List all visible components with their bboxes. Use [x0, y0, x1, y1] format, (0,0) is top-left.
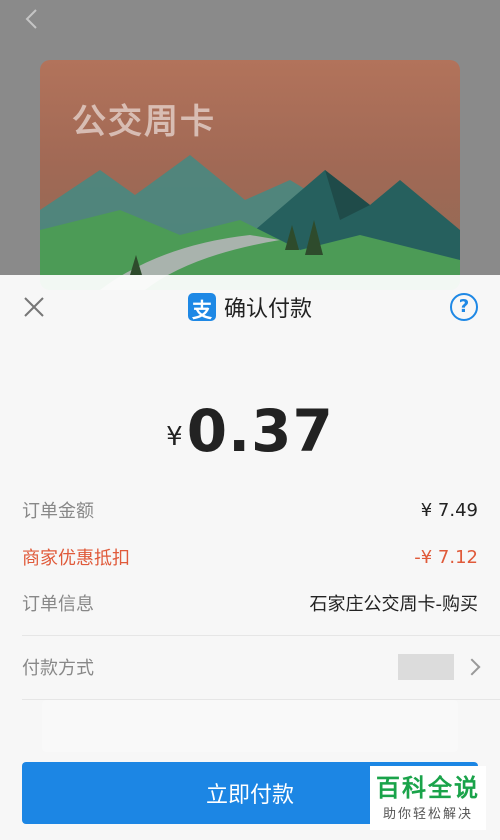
divider — [22, 699, 500, 700]
order-info-value: 石家庄公交周卡-购买 — [309, 594, 479, 615]
bus-card-image: 公交周卡 — [40, 60, 460, 290]
masked-method — [398, 654, 454, 680]
sheet-title: 确认付款 — [223, 297, 312, 322]
watermark-logo: 百科全说 助你轻松解决 — [370, 766, 486, 830]
divider — [22, 635, 500, 636]
card-title: 公交周卡 — [72, 102, 216, 142]
currency-symbol: ¥ — [166, 422, 183, 452]
order-amount-row: 订单金额 ¥ 7.49 — [22, 490, 478, 530]
payment-amount: ¥0.37 — [0, 397, 500, 465]
payment-method-row[interactable]: 付款方式 — [22, 647, 481, 687]
alipay-logo-icon: 支 — [187, 293, 216, 322]
order-amount-value: ¥ 7.49 — [420, 499, 478, 521]
chevron-right-icon — [463, 658, 481, 676]
discount-label: 商家优惠抵扣 — [22, 548, 130, 569]
header-title-group: 支 确认付款 — [0, 291, 500, 323]
order-info-label: 订单信息 — [22, 594, 94, 615]
help-icon[interactable]: ? — [450, 293, 478, 321]
watermark-title: 百科全说 — [376, 774, 480, 802]
payment-method-value — [398, 654, 481, 680]
payment-sheet: 支 确认付款 ? ¥0.37 订单金额 ¥ 7.49 商家优惠抵扣 -¥ 7.1… — [0, 275, 500, 840]
discount-row: 商家优惠抵扣 -¥ 7.12 — [22, 537, 478, 577]
back-arrow-icon — [25, 9, 37, 29]
order-amount-label: 订单金额 — [22, 501, 94, 522]
amount-value: 0.37 — [186, 397, 334, 465]
order-info-row: 订单信息 石家庄公交周卡-购买 — [22, 583, 478, 623]
watermark-subtitle: 助你轻松解决 — [382, 807, 473, 822]
sheet-header: 支 确认付款 ? — [0, 275, 500, 339]
payment-method-label: 付款方式 — [22, 658, 94, 679]
discount-value: -¥ 7.12 — [414, 546, 478, 568]
